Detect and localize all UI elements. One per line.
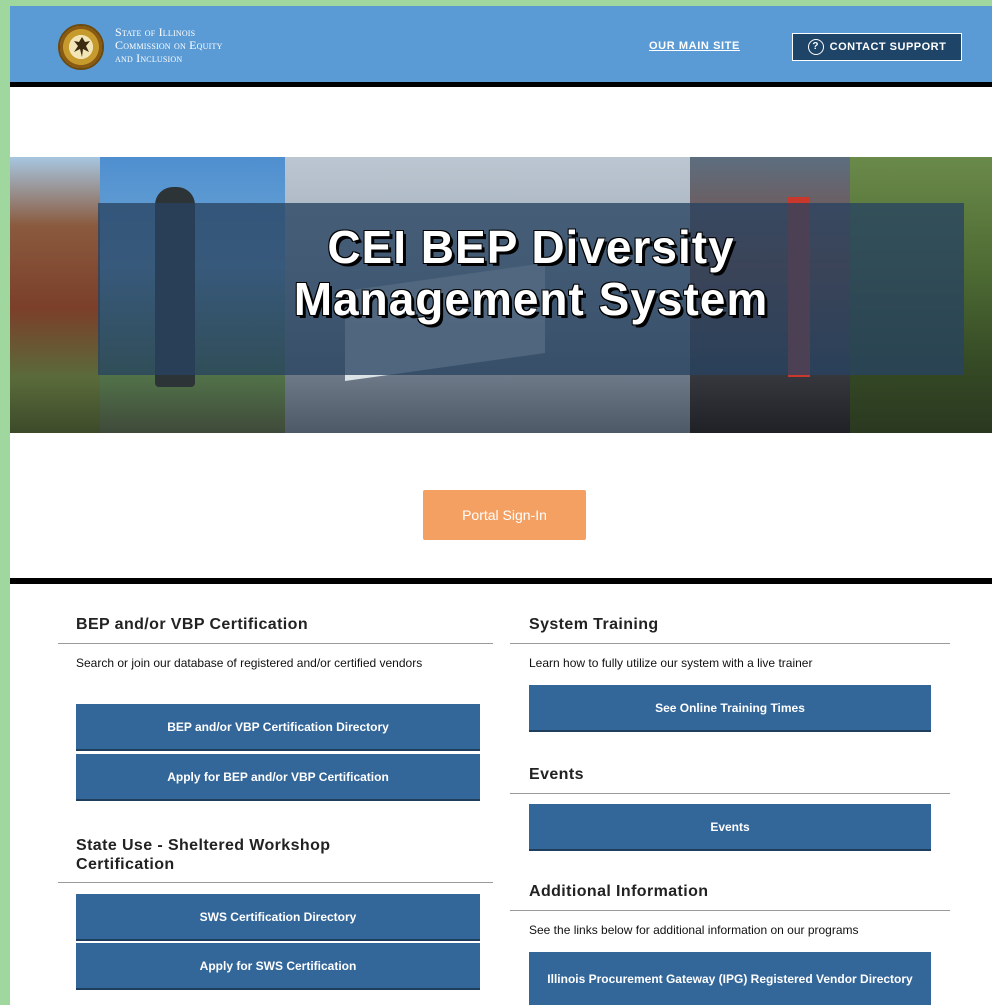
org-name-line3: and Inclusion [115, 51, 183, 65]
certification-section-title: BEP and/or VBP Certification [76, 616, 308, 633]
apply-bep-vbp-button[interactable]: Apply for BEP and/or VBP Certification [76, 754, 480, 799]
help-icon: ? [807, 39, 824, 55]
site-header: State of Illinois Commission on Equity a… [10, 6, 992, 87]
training-section-rule [510, 643, 950, 644]
contact-support-button[interactable]: ? CONTACT SUPPORT [792, 33, 962, 61]
bep-vbp-directory-button[interactable]: BEP and/or VBP Certification Directory [76, 704, 480, 749]
events-section-rule [510, 793, 950, 794]
additional-info-section-title: Additional Information [529, 883, 709, 900]
hero-photo-motel [10, 157, 100, 433]
ipg-vendor-directory-button[interactable]: Illinois Procurement Gateway (IPG) Regis… [529, 952, 931, 1005]
main-site-link[interactable]: OUR MAIN SITE [649, 40, 740, 52]
hero-title: CEI BEP Diversity Management System [98, 221, 964, 325]
events-section-title: Events [529, 766, 584, 783]
hero-banner: CEI BEP Diversity Management System [10, 157, 992, 433]
certification-description: Search or join our database of registere… [76, 656, 423, 670]
certification-section-rule [58, 643, 493, 644]
online-training-times-button[interactable]: See Online Training Times [529, 685, 931, 730]
training-description: Learn how to fully utilize our system wi… [529, 656, 813, 670]
apply-sws-button[interactable]: Apply for SWS Certification [76, 943, 480, 988]
section-divider [10, 578, 992, 584]
state-seal-logo[interactable] [58, 24, 104, 70]
hero-title-line2: Management System [293, 273, 769, 325]
training-section-title: System Training [529, 616, 659, 633]
sws-section-title: State Use - Sheltered Workshop Certifica… [76, 837, 331, 873]
page: State of Illinois Commission on Equity a… [10, 6, 992, 1005]
sws-section-rule [58, 882, 493, 883]
additional-info-description: See the links below for additional infor… [529, 923, 859, 937]
events-button[interactable]: Events [529, 804, 931, 849]
portal-signin-button[interactable]: Portal Sign-In [423, 490, 586, 540]
additional-info-section-rule [510, 910, 950, 911]
org-name[interactable]: State of Illinois Commission on Equity a… [115, 26, 223, 65]
hero-title-line1: CEI BEP Diversity [327, 221, 735, 273]
sws-directory-button[interactable]: SWS Certification Directory [76, 894, 480, 939]
eagle-icon [74, 37, 90, 57]
contact-support-label: CONTACT SUPPORT [829, 41, 947, 53]
